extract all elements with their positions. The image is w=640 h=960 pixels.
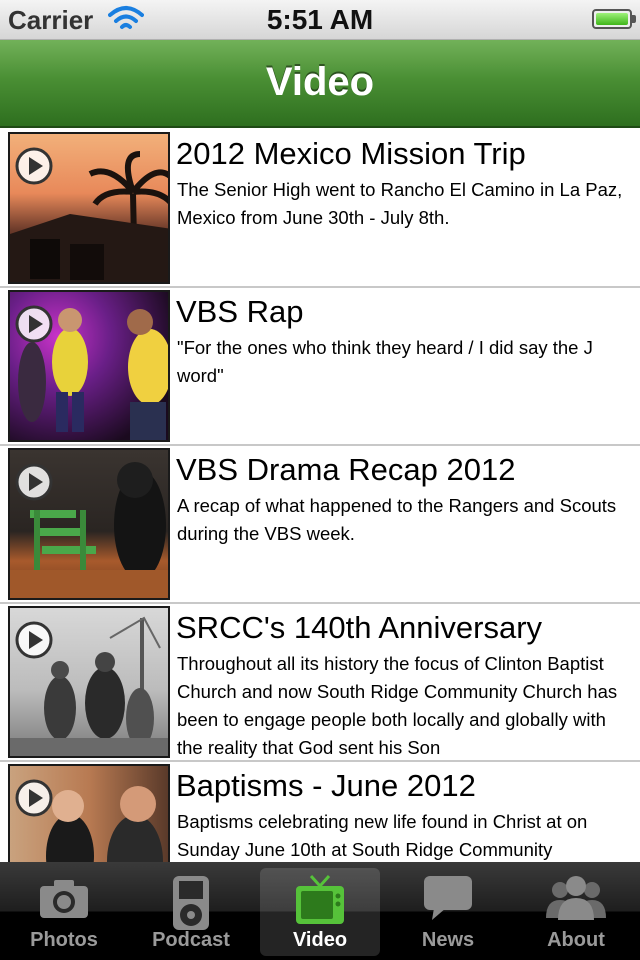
play-icon — [15, 621, 53, 659]
video-row-mexico-mission-trip[interactable]: 2012 Mexico Mission Trip The Senior High… — [0, 130, 640, 288]
video-thumbnail[interactable] — [8, 764, 170, 862]
tab-label: Photos — [30, 929, 98, 951]
video-list[interactable]: 2012 Mexico Mission Trip The Senior High… — [0, 130, 640, 862]
video-title: SRCC's 140th Anniversary — [176, 610, 543, 645]
video-row-baptisms-june-2012[interactable]: Baptisms - June 2012 Baptisms celebratin… — [0, 762, 640, 862]
camera-icon — [40, 880, 88, 918]
tv-icon — [296, 874, 344, 924]
wifi-icon — [108, 6, 144, 29]
ipod-icon — [173, 876, 209, 930]
status-bar: Carrier 5:51 AM — [0, 0, 640, 40]
video-description: Throughout all its history the focus of … — [177, 653, 618, 758]
tab-bar: Photos Podcast Video News About — [0, 862, 640, 960]
video-row-srcc-140th-anniversary[interactable]: SRCC's 140th Anniversary Throughout all … — [0, 604, 640, 762]
tab-photos[interactable]: Photos — [4, 868, 124, 956]
video-thumbnail[interactable] — [8, 132, 170, 284]
play-icon — [15, 779, 53, 817]
page-title: Video — [265, 60, 375, 104]
tab-podcast[interactable]: Podcast — [131, 868, 251, 956]
speech-bubble-icon — [424, 876, 472, 920]
video-description: A recap of what happened to the Rangers … — [177, 495, 617, 544]
video-row-vbs-rap[interactable]: VBS Rap "For the ones who think they hea… — [0, 288, 640, 446]
carrier-label: Carrier — [8, 5, 94, 35]
video-description: "For the ones who think they heard / I d… — [177, 337, 593, 386]
tab-video[interactable]: Video — [260, 868, 380, 956]
video-title: Baptisms - June 2012 — [176, 768, 476, 803]
video-description: The Senior High went to Rancho El Camino… — [177, 179, 623, 228]
tab-label: Video — [292, 929, 348, 951]
play-icon — [15, 463, 53, 501]
video-description: Baptisms celebrating new life found in C… — [177, 811, 588, 860]
status-time: 5:51 AM — [266, 4, 374, 35]
video-row-vbs-drama-recap[interactable]: VBS Drama Recap 2012 A recap of what hap… — [0, 446, 640, 604]
tab-about[interactable]: About — [516, 868, 636, 956]
tab-label: Podcast — [152, 929, 230, 951]
tab-label: About — [547, 929, 605, 951]
navigation-bar: Video — [0, 40, 640, 128]
video-thumbnail[interactable] — [8, 290, 170, 442]
play-icon — [15, 147, 53, 185]
video-title: VBS Rap — [176, 294, 304, 329]
video-title: 2012 Mexico Mission Trip — [176, 136, 526, 171]
battery-icon — [592, 9, 636, 29]
play-icon — [15, 305, 53, 343]
video-title: VBS Drama Recap 2012 — [176, 452, 516, 487]
people-icon — [546, 876, 606, 920]
tab-label: News — [421, 929, 475, 951]
tab-news[interactable]: News — [388, 868, 508, 956]
video-thumbnail[interactable] — [8, 448, 170, 600]
video-thumbnail[interactable] — [8, 606, 170, 758]
